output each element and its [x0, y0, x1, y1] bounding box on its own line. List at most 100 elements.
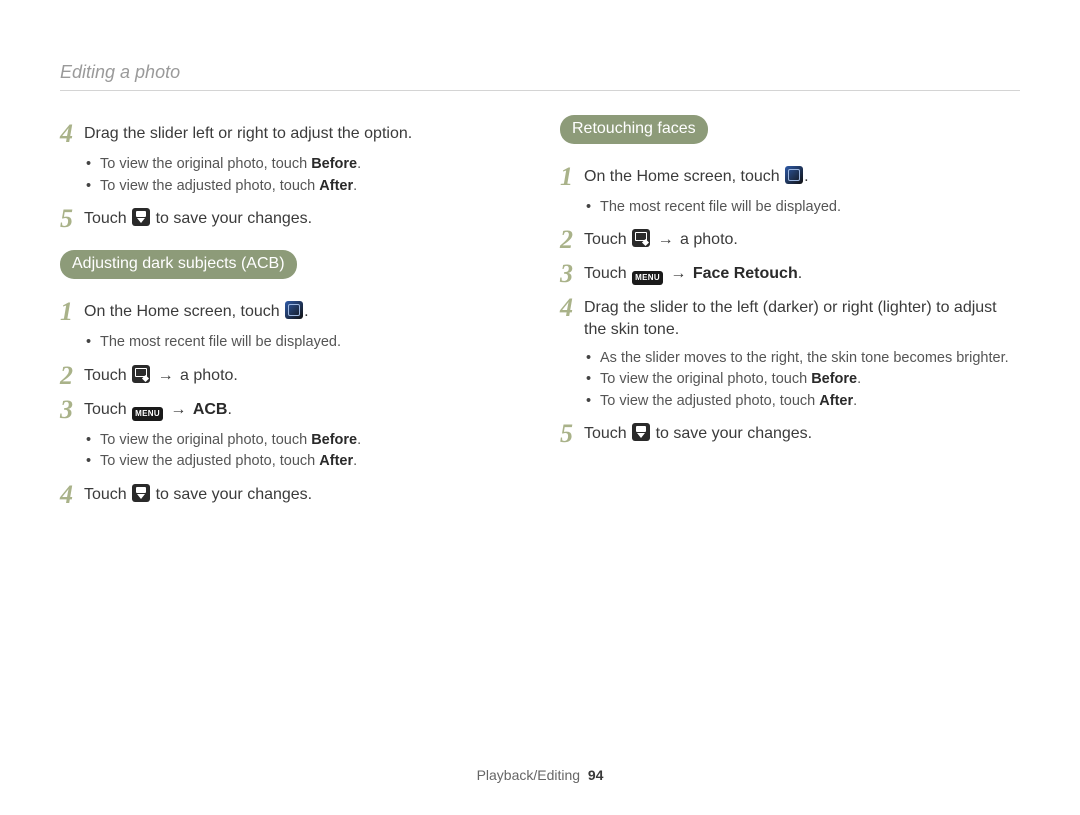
retouch-step-4-bullets: As the slider moves to the right, the sk… — [560, 349, 1020, 412]
text: Touch — [84, 401, 131, 418]
text: . — [227, 401, 231, 418]
menu-icon: MENU — [132, 407, 163, 421]
text: To view the original photo, touch — [600, 371, 811, 387]
save-icon — [132, 484, 150, 502]
text: . — [357, 156, 361, 172]
text: . — [304, 303, 308, 320]
text: To view the original photo, touch — [100, 432, 311, 448]
text: . — [857, 371, 861, 387]
step-4-adjust-slider: 4 Drag the slider left or right to adjus… — [60, 121, 520, 147]
text: To view the adjusted photo, touch — [600, 393, 819, 409]
acb-step-1-bullets: The most recent file will be displayed. — [60, 333, 520, 353]
retouch-step-2: 2 Touch → a photo. — [560, 227, 1020, 253]
retouch-step-1-bullets: The most recent file will be displayed. — [560, 198, 1020, 218]
bold: After — [319, 453, 353, 469]
step-number: 5 — [60, 206, 84, 232]
gallery-icon — [285, 301, 303, 319]
bullet-recent-file: The most recent file will be displayed. — [600, 198, 1020, 218]
retouch-step-3: 3 Touch MENU → Face Retouch. — [560, 261, 1020, 287]
acb-step-2: 2 Touch → a photo. — [60, 363, 520, 389]
acb-step-4: 4 Touch to save your changes. — [60, 482, 520, 508]
text: . — [357, 432, 361, 448]
page-header: Editing a photo — [60, 60, 1020, 84]
bullet-before: To view the original photo, touch Before… — [100, 155, 520, 175]
text: Touch — [584, 425, 631, 442]
bold: After — [819, 393, 853, 409]
text: Touch — [84, 367, 131, 384]
bold: Before — [311, 156, 357, 172]
bold: Face Retouch — [693, 265, 798, 282]
step-5-save: 5 Touch to save your changes. — [60, 206, 520, 232]
menu-icon: MENU — [632, 271, 663, 285]
step-number: 1 — [60, 299, 84, 325]
footer-page-number: 94 — [588, 767, 604, 783]
arrow-icon: → — [668, 263, 688, 285]
text: to save your changes. — [151, 486, 312, 503]
step-text: Touch to save your changes. — [84, 482, 520, 506]
step-4-bullets: To view the original photo, touch Before… — [60, 155, 520, 196]
acb-step-3: 3 Touch MENU → ACB. — [60, 397, 520, 423]
header-divider — [60, 90, 1020, 91]
bullet-after: To view the adjusted photo, touch After. — [100, 177, 520, 197]
bullet-before: To view the original photo, touch Before… — [100, 431, 520, 451]
text: . — [353, 453, 357, 469]
save-icon — [632, 423, 650, 441]
step-number: 3 — [560, 261, 584, 287]
text: to save your changes. — [651, 425, 812, 442]
step-number: 2 — [60, 363, 84, 389]
page-footer: Playback/Editing 94 — [0, 766, 1080, 785]
step-text: Touch to save your changes. — [584, 421, 1020, 445]
gallery-icon — [785, 166, 803, 184]
text: . — [798, 265, 802, 282]
step-text: On the Home screen, touch . — [84, 299, 520, 323]
step-number: 3 — [60, 397, 84, 423]
edit-icon — [132, 365, 150, 383]
acb-step-1: 1 On the Home screen, touch . — [60, 299, 520, 325]
step-text: Touch MENU → ACB. — [84, 397, 520, 421]
text: a photo. — [176, 367, 238, 384]
bold: After — [319, 178, 353, 194]
retouch-step-4: 4 Drag the slider to the left (darker) o… — [560, 295, 1020, 340]
manual-page: Editing a photo 4 Drag the slider left o… — [0, 0, 1080, 815]
step-number: 4 — [560, 295, 584, 321]
step-text: Touch → a photo. — [584, 227, 1020, 251]
retouch-step-5: 5 Touch to save your changes. — [560, 421, 1020, 447]
text: to save your changes. — [151, 210, 312, 227]
two-column-layout: 4 Drag the slider left or right to adjus… — [60, 115, 1020, 515]
footer-section: Playback/Editing — [477, 767, 581, 783]
step-number: 1 — [560, 164, 584, 190]
text: To view the adjusted photo, touch — [100, 453, 319, 469]
acb-step-3-bullets: To view the original photo, touch Before… — [60, 431, 520, 472]
bullet-before: To view the original photo, touch Before… — [600, 370, 1020, 390]
text: a photo. — [676, 231, 738, 248]
bullet-after: To view the adjusted photo, touch After. — [100, 452, 520, 472]
left-column: 4 Drag the slider left or right to adjus… — [60, 115, 520, 515]
step-number: 4 — [60, 121, 84, 147]
text: Touch — [84, 486, 131, 503]
step-text: Drag the slider to the left (darker) or … — [584, 295, 1020, 340]
step-number: 5 — [560, 421, 584, 447]
text: Touch — [584, 231, 631, 248]
arrow-icon: → — [156, 365, 176, 387]
save-icon — [132, 208, 150, 226]
text: To view the original photo, touch — [100, 156, 311, 172]
section-pill-acb: Adjusting dark subjects (ACB) — [60, 250, 297, 279]
bold: Before — [311, 432, 357, 448]
text: . — [804, 168, 808, 185]
text: . — [353, 178, 357, 194]
step-text: On the Home screen, touch . — [584, 164, 1020, 188]
step-text: Touch to save your changes. — [84, 206, 520, 230]
step-number: 4 — [60, 482, 84, 508]
text: Touch — [84, 210, 131, 227]
bold: ACB — [193, 401, 228, 418]
arrow-icon: → — [656, 229, 676, 251]
bullet-brighter: As the slider moves to the right, the sk… — [600, 349, 1020, 369]
text: . — [853, 393, 857, 409]
edit-icon — [632, 229, 650, 247]
text: To view the adjusted photo, touch — [100, 178, 319, 194]
text: On the Home screen, touch — [584, 168, 784, 185]
text: Touch — [584, 265, 631, 282]
step-text: Drag the slider left or right to adjust … — [84, 121, 520, 145]
bullet-after: To view the adjusted photo, touch After. — [600, 392, 1020, 412]
section-pill-retouch: Retouching faces — [560, 115, 708, 144]
